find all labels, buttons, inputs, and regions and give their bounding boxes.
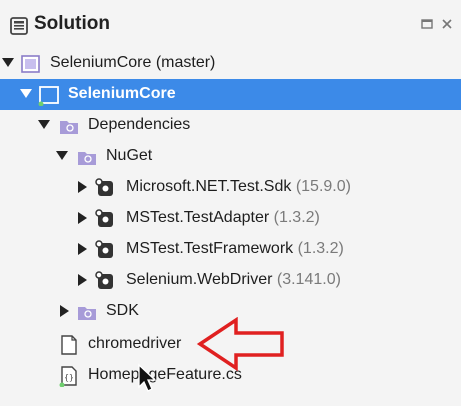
- tree-item-label: Microsoft.NET.Test.Sdk (15.9.0): [126, 178, 351, 196]
- tree-item-label: SDK: [106, 302, 139, 319]
- tree-item-label: chromedriver: [88, 335, 182, 352]
- package-name: MSTest.TestAdapter: [126, 209, 270, 226]
- panel-title: Solution: [34, 13, 110, 34]
- mouse-cursor-icon: [138, 363, 157, 392]
- tree-item-label: SeleniumCore (master): [50, 54, 216, 71]
- close-icon[interactable]: [440, 17, 454, 31]
- csharp-file-icon: {}: [59, 366, 77, 387]
- tree-item-label: NuGet: [106, 147, 153, 164]
- expand-chevron-icon[interactable]: [56, 151, 68, 160]
- package-version: (15.9.0): [295, 178, 351, 195]
- solution-panel-icon: [10, 17, 28, 35]
- package-icon: [95, 209, 113, 227]
- folder-icon: [78, 152, 96, 165]
- tree-item-project[interactable]: SeleniumCore: [0, 79, 461, 110]
- tree-item-nuget[interactable]: NuGet: [0, 141, 461, 172]
- expand-chevron-icon[interactable]: [2, 58, 14, 67]
- tree-item-label: Selenium.WebDriver (3.141.0): [126, 271, 341, 289]
- tree-item-package[interactable]: MSTest.TestAdapter (1.3.2): [0, 203, 461, 234]
- tree-item-label: Dependencies: [88, 116, 191, 133]
- package-icon: [95, 178, 113, 196]
- tree-item-dependencies[interactable]: Dependencies: [0, 110, 461, 141]
- expand-chevron-icon[interactable]: [78, 212, 87, 224]
- package-icon: [95, 240, 113, 258]
- package-version: (1.3.2): [297, 240, 344, 257]
- tree-item-label: MSTest.TestAdapter (1.3.2): [126, 209, 320, 227]
- folder-icon: [78, 307, 96, 320]
- package-version: (3.141.0): [276, 271, 341, 288]
- tree-item-package[interactable]: Microsoft.NET.Test.Sdk (15.9.0): [0, 172, 461, 203]
- restore-icon[interactable]: [420, 17, 434, 31]
- project-icon: [38, 86, 59, 106]
- expand-chevron-icon[interactable]: [78, 181, 87, 193]
- svg-text:{}: {}: [64, 373, 74, 382]
- tree-item-label: MSTest.TestFramework (1.3.2): [126, 240, 344, 258]
- expand-chevron-icon[interactable]: [60, 305, 69, 317]
- folder-icon: [60, 121, 78, 134]
- tree-item-package[interactable]: MSTest.TestFramework (1.3.2): [0, 234, 461, 265]
- tree-item-label: SeleniumCore: [68, 85, 176, 102]
- expand-chevron-icon[interactable]: [78, 243, 87, 255]
- file-icon: [61, 335, 77, 355]
- package-name: Microsoft.NET.Test.Sdk: [126, 178, 292, 195]
- package-icon: [95, 271, 113, 289]
- solution-panel-header: Solution: [0, 0, 461, 50]
- solution-icon: [21, 55, 40, 73]
- expand-chevron-icon[interactable]: [38, 120, 50, 129]
- package-version: (1.3.2): [273, 209, 320, 226]
- tree-item-package[interactable]: Selenium.WebDriver (3.141.0): [0, 265, 461, 296]
- expand-chevron-icon[interactable]: [78, 274, 87, 286]
- package-name: MSTest.TestFramework: [126, 240, 294, 257]
- annotation-arrow-icon: [196, 317, 284, 371]
- package-name: Selenium.WebDriver: [126, 271, 273, 288]
- expand-chevron-icon[interactable]: [20, 89, 32, 98]
- tree-item-solution[interactable]: SeleniumCore (master): [0, 48, 461, 79]
